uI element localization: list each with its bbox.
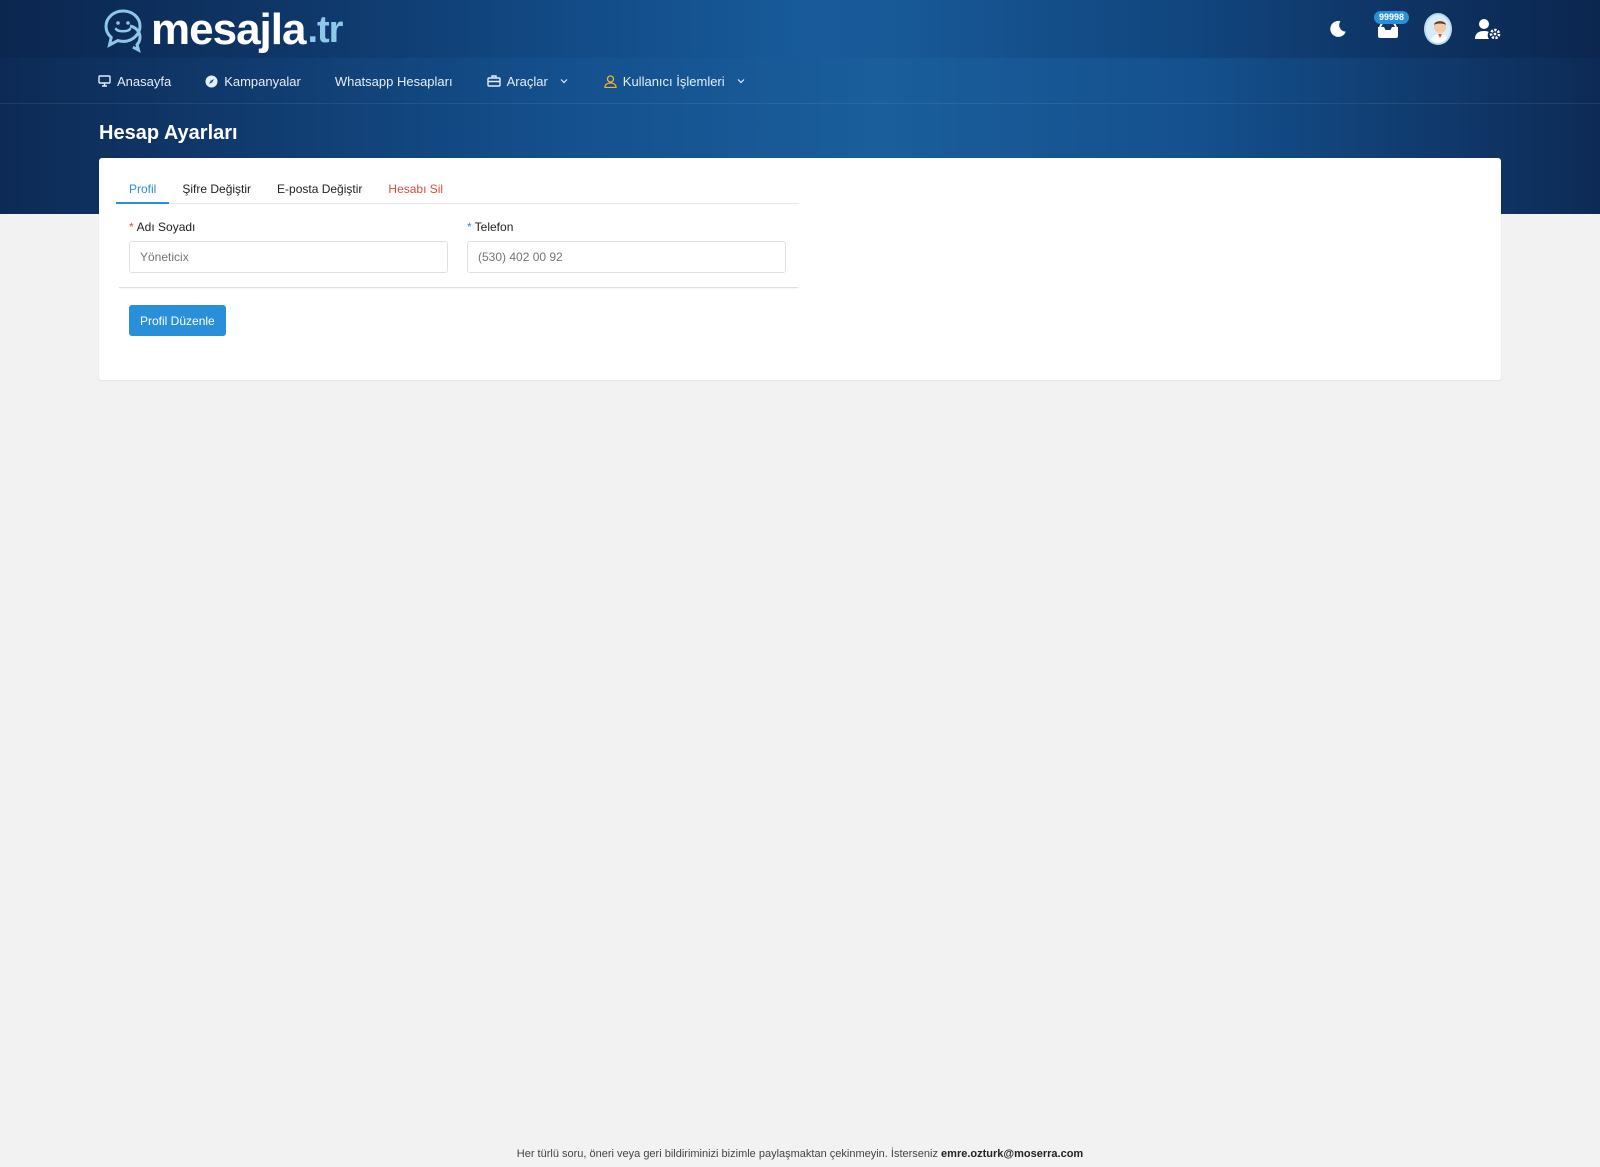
page-title: Hesap Ayarları (99, 122, 238, 144)
top-bar: mesajla .tr 99998 (0, 0, 1600, 58)
name-input[interactable] (129, 241, 448, 273)
avatar (1424, 13, 1452, 45)
nav-label: Whatsapp Hesapları (334, 73, 453, 89)
chevron-down-icon (737, 79, 745, 84)
footer-email-link[interactable]: emre.ozturk@moserra.com (941, 1148, 1083, 1160)
nav-label: Araçlar (506, 73, 548, 89)
required-marker: * (467, 220, 472, 234)
name-field-group: * Adı Soyadı (129, 220, 448, 273)
account-settings-card: Profil Şifre Değiştir E-posta Değiştir H… (99, 158, 1501, 380)
chevron-down-icon (560, 79, 568, 84)
nav-item-anasayfa[interactable]: Anasayfa (98, 74, 171, 89)
main-nav: Anasayfa Kampanyalar Whatsapp Hesapları … (0, 58, 1600, 104)
chat-smile-icon (104, 9, 142, 53)
name-label-text: Adı Soyadı (136, 220, 196, 234)
brand-name: mesajla (151, 5, 306, 54)
dark-mode-toggle[interactable] (1324, 15, 1352, 43)
required-marker: * (129, 220, 134, 234)
nav-label: Anasayfa (117, 73, 172, 89)
nav-item-araclar[interactable]: Araçlar (486, 73, 570, 89)
moon-icon (1330, 20, 1346, 37)
phone-label: * Telefon (467, 220, 786, 234)
nav-label: Kampanyalar (224, 73, 301, 89)
nav-item-whatsapp-hesaplari[interactable]: Whatsapp Hesapları (335, 74, 453, 89)
user-icon (604, 74, 617, 88)
nav-item-kampanyalar[interactable]: Kampanyalar (205, 74, 301, 89)
tab-sifre-degistir[interactable]: Şifre Değiştir (169, 176, 264, 204)
notifications-button[interactable]: 99998 (1374, 11, 1410, 43)
user-settings-button[interactable] (1474, 15, 1502, 43)
phone-input[interactable] (467, 241, 786, 273)
user-cog-icon (1475, 19, 1501, 40)
header-actions: 99998 (1324, 11, 1502, 46)
nav-item-kullanici-islemleri[interactable]: Kullanıcı İşlemleri (604, 74, 747, 89)
edit-profile-button[interactable]: Profil Düzenle (129, 305, 226, 336)
phone-label-text: Telefon (474, 220, 514, 234)
tab-eposta-degistir[interactable]: E-posta Değiştir (264, 176, 375, 204)
notification-badge: 99998 (1374, 11, 1410, 24)
phone-field-group: * Telefon (467, 220, 786, 273)
tab-hesabi-sil[interactable]: Hesabı Sil (375, 176, 456, 204)
tab-profil[interactable]: Profil (116, 176, 170, 204)
compass-icon (205, 75, 218, 87)
user-avatar-button[interactable] (1424, 13, 1452, 45)
briefcase-icon (486, 75, 501, 87)
footer-text: Her türlü soru, öneri veya geri bildirim… (516, 1148, 942, 1160)
settings-tabs: Profil Şifre Değiştir E-posta Değiştir H… (116, 176, 799, 204)
brand-tld: .tr (307, 9, 343, 51)
name-label: * Adı Soyadı (129, 220, 448, 234)
avatar-image (1430, 21, 1450, 43)
footer: Her türlü soru, öneri veya geri bildirim… (0, 1148, 1600, 1160)
brand-logo[interactable]: mesajla .tr (101, 5, 343, 54)
form-divider (119, 287, 798, 288)
monitor-icon (98, 75, 111, 87)
nav-label: Kullanıcı İşlemleri (622, 73, 725, 89)
